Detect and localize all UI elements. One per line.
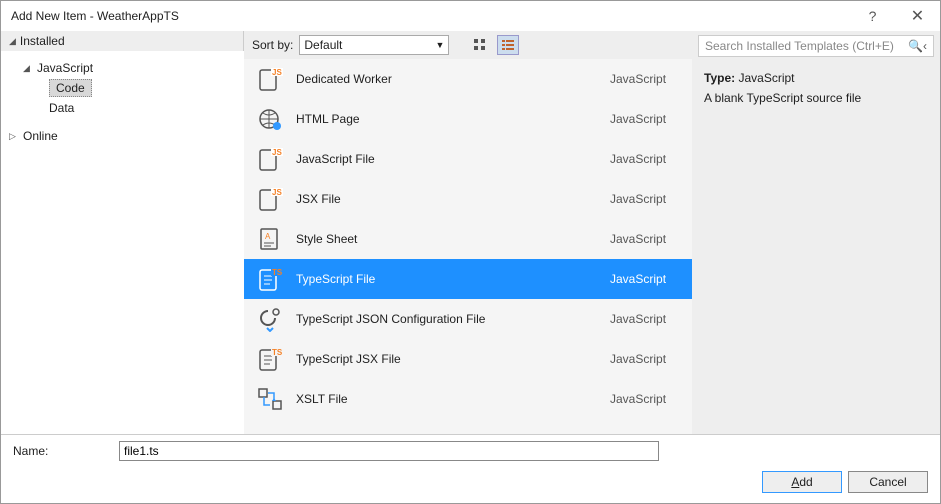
view-smallicons-button[interactable] xyxy=(469,35,491,55)
template-category: JavaScript xyxy=(610,72,680,86)
template-name: TypeScript JSON Configuration File xyxy=(296,312,610,326)
file-icon: A xyxy=(256,225,284,253)
sidebar: ◢ Installed ◢ JavaScript Code Data ▷ Onl… xyxy=(1,31,244,434)
name-input[interactable] xyxy=(119,441,659,461)
sidebar-item-label: JavaScript xyxy=(37,61,93,75)
file-icon: JS xyxy=(256,185,284,213)
file-icon: TS xyxy=(256,265,284,293)
toolbar: Sort by: Default ▼ xyxy=(244,31,692,59)
view-list-button[interactable] xyxy=(497,35,519,55)
sortby-label: Sort by: xyxy=(252,38,293,52)
sidebar-installed-label: Installed xyxy=(20,34,65,48)
template-item[interactable]: JS Dedicated Worker JavaScript xyxy=(244,59,692,99)
chevron-down-icon: ◢ xyxy=(9,36,16,47)
svg-text:TS: TS xyxy=(272,348,283,357)
sidebar-item-online[interactable]: ▷ Online xyxy=(1,127,244,145)
sidebar-item-code[interactable]: Code xyxy=(49,77,244,99)
sidebar-item-label: Code xyxy=(49,79,92,97)
template-item[interactable]: JS JavaScript File JavaScript xyxy=(244,139,692,179)
file-icon xyxy=(256,385,284,413)
title-bar: Add New Item - WeatherAppTS ? ✕ xyxy=(1,1,940,31)
template-name: JavaScript File xyxy=(296,152,610,166)
cancel-button[interactable]: Cancel xyxy=(848,471,928,493)
file-icon xyxy=(256,105,284,133)
template-name: JSX File xyxy=(296,192,610,206)
template-category: JavaScript xyxy=(610,112,680,126)
template-name: TypeScript JSX File xyxy=(296,352,610,366)
svg-text:TS: TS xyxy=(272,268,283,277)
file-icon: JS xyxy=(256,65,284,93)
dialog-window: Add New Item - WeatherAppTS ? ✕ ◢ Instal… xyxy=(0,0,941,504)
svg-text:A: A xyxy=(265,232,271,241)
file-icon: TS xyxy=(256,345,284,373)
chevron-right-icon: ▷ xyxy=(9,131,19,142)
template-description: A blank TypeScript source file xyxy=(704,91,928,105)
template-category: JavaScript xyxy=(610,272,680,286)
template-name: Style Sheet xyxy=(296,232,610,246)
help-button[interactable]: ? xyxy=(850,1,895,31)
search-placeholder: Search Installed Templates (Ctrl+E) xyxy=(705,39,894,53)
type-value: JavaScript xyxy=(738,71,794,85)
template-name: TypeScript File xyxy=(296,272,610,286)
template-category: JavaScript xyxy=(610,352,680,366)
chevron-down-icon: ▼ xyxy=(435,40,444,50)
sidebar-item-label: Data xyxy=(49,101,74,115)
template-category: JavaScript xyxy=(610,312,680,326)
template-name: XSLT File xyxy=(296,392,610,406)
sortby-value: Default xyxy=(304,38,342,52)
sidebar-item-data[interactable]: Data xyxy=(49,99,244,117)
template-name: HTML Page xyxy=(296,112,610,126)
template-category: JavaScript xyxy=(610,232,680,246)
template-category: JavaScript xyxy=(610,392,680,406)
template-panel: Sort by: Default ▼ JS Dedicated Worker J… xyxy=(244,31,692,434)
templates-list: JS Dedicated Worker JavaScript HTML Page… xyxy=(244,59,692,434)
sidebar-item-label: Online xyxy=(23,129,58,143)
template-item[interactable]: A Style Sheet JavaScript xyxy=(244,219,692,259)
close-button[interactable]: ✕ xyxy=(895,1,940,31)
sidebar-item-javascript[interactable]: ◢ JavaScript xyxy=(1,59,244,77)
window-title: Add New Item - WeatherAppTS xyxy=(11,9,850,23)
sortby-dropdown[interactable]: Default ▼ xyxy=(299,35,449,55)
template-item[interactable]: TS TypeScript JSX File JavaScript xyxy=(244,339,692,379)
file-icon: JS xyxy=(256,145,284,173)
search-icon: 🔍‹ xyxy=(908,39,927,53)
template-item[interactable]: TypeScript JSON Configuration File JavaS… xyxy=(244,299,692,339)
name-label: Name: xyxy=(13,444,119,458)
chevron-down-icon: ◢ xyxy=(23,63,33,74)
template-category: JavaScript xyxy=(610,192,680,206)
details-panel: Search Installed Templates (Ctrl+E) 🔍‹ T… xyxy=(692,31,940,434)
sidebar-installed-header[interactable]: ◢ Installed xyxy=(1,31,244,51)
svg-text:JS: JS xyxy=(272,68,282,77)
add-button[interactable]: Add xyxy=(762,471,842,493)
search-input[interactable]: Search Installed Templates (Ctrl+E) 🔍‹ xyxy=(698,35,934,57)
template-item[interactable]: TS TypeScript File JavaScript xyxy=(244,259,692,299)
svg-text:JS: JS xyxy=(272,188,282,197)
template-item[interactable]: HTML Page JavaScript xyxy=(244,99,692,139)
svg-text:JS: JS xyxy=(272,148,282,157)
template-name: Dedicated Worker xyxy=(296,72,610,86)
template-item[interactable]: JS JSX File JavaScript xyxy=(244,179,692,219)
file-icon xyxy=(256,305,284,333)
template-item[interactable]: XSLT File JavaScript xyxy=(244,379,692,419)
footer: Name: Add Cancel xyxy=(1,434,940,503)
template-category: JavaScript xyxy=(610,152,680,166)
type-label: Type: xyxy=(704,71,735,85)
